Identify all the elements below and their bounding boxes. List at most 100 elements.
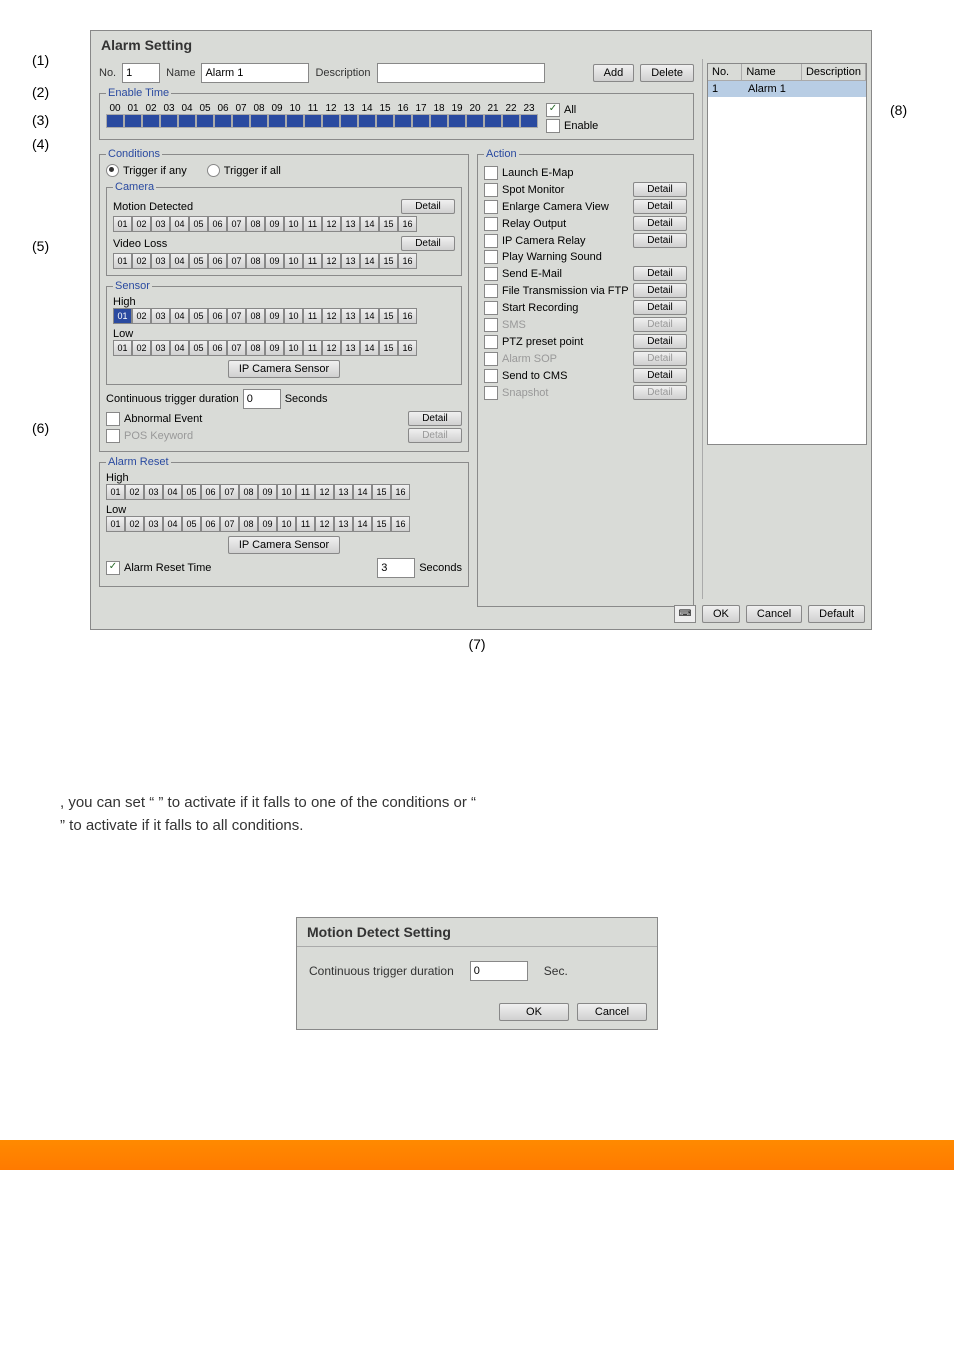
file-ftp-detail[interactable]: Detail xyxy=(633,283,687,298)
enlarge-cam-detail[interactable]: Detail xyxy=(633,199,687,214)
ip-cam-sensor-button[interactable]: IP Camera Sensor xyxy=(228,360,340,378)
send-cms-detail[interactable]: Detail xyxy=(633,368,687,383)
reset-high-label: High xyxy=(106,472,462,484)
footer-bar xyxy=(0,1140,954,1170)
sms-checkbox[interactable] xyxy=(484,318,498,332)
play-warn-checkbox[interactable] xyxy=(484,250,498,264)
trigger-any-radio[interactable] xyxy=(106,164,119,177)
abnormal-event-checkbox[interactable] xyxy=(106,412,120,426)
no-input[interactable] xyxy=(122,63,160,83)
trigger-all-radio[interactable] xyxy=(207,164,220,177)
abnormal-detail-button[interactable]: Detail xyxy=(408,411,462,426)
list-col-desc: Description xyxy=(802,64,866,80)
launch-emap-label: Launch E-Map xyxy=(502,167,574,179)
all-checkbox[interactable] xyxy=(546,103,560,117)
enable-checkbox[interactable] xyxy=(546,119,560,133)
alarm-setting-dialog: Alarm Setting No. Name Description xyxy=(90,30,872,630)
add-button[interactable]: Add xyxy=(593,64,635,82)
start-record-checkbox[interactable] xyxy=(484,301,498,315)
list-row[interactable]: 1 Alarm 1 xyxy=(708,81,866,97)
trigger-all-label: Trigger if all xyxy=(224,165,281,177)
alarm-list-panel: No. Name Description 1 Alarm 1 xyxy=(702,59,871,599)
alarm-reset-legend: Alarm Reset xyxy=(106,456,171,468)
videoloss-detail-button[interactable]: Detail xyxy=(401,236,455,251)
reset-time-seconds: Seconds xyxy=(419,562,462,574)
reset-time-input[interactable] xyxy=(377,558,415,578)
reset-low-channels[interactable]: 01020304050607080910111213141516 xyxy=(106,516,462,532)
motion-cont-trigger-label: Continuous trigger duration xyxy=(309,964,454,978)
reset-low-label: Low xyxy=(106,504,462,516)
list-col-name: Name xyxy=(742,64,802,80)
hour-strip[interactable] xyxy=(106,114,538,128)
start-record-label: Start Recording xyxy=(502,302,578,314)
action-legend: Action xyxy=(484,148,519,160)
list-row-name: Alarm 1 xyxy=(744,81,808,97)
relay-output-checkbox[interactable] xyxy=(484,217,498,231)
trigger-any-label: Trigger if any xyxy=(123,165,187,177)
snapshot-label: Snapshot xyxy=(502,387,548,399)
motion-cancel-button[interactable]: Cancel xyxy=(577,1003,647,1021)
sensor-low-channels[interactable]: 01020304050607080910111213141516 xyxy=(113,340,455,356)
callout-7: (7) xyxy=(60,636,894,652)
name-input[interactable] xyxy=(201,63,309,83)
spot-monitor-detail[interactable]: Detail xyxy=(633,182,687,197)
start-record-detail[interactable]: Detail xyxy=(633,300,687,315)
file-ftp-label: File Transmission via FTP xyxy=(502,285,629,297)
ptz-preset-detail[interactable]: Detail xyxy=(633,334,687,349)
pos-keyword-checkbox[interactable] xyxy=(106,429,120,443)
snapshot-checkbox[interactable] xyxy=(484,386,498,400)
reset-time-checkbox[interactable] xyxy=(106,561,120,575)
launch-emap-checkbox[interactable] xyxy=(484,166,498,180)
send-email-checkbox[interactable] xyxy=(484,267,498,281)
cont-trigger-label: Continuous trigger duration xyxy=(106,393,239,405)
callout-6: (6) xyxy=(32,420,49,436)
motion-detail-button[interactable]: Detail xyxy=(401,199,455,214)
hour-labels: 0001020304050607080910111213141516171819… xyxy=(106,103,538,114)
motion-cont-trigger-input[interactable] xyxy=(470,961,528,981)
list-header: No. Name Description xyxy=(708,64,866,81)
conditions-legend: Conditions xyxy=(106,148,162,160)
ip-cam-relay-detail[interactable]: Detail xyxy=(633,233,687,248)
alarm-sop-detail: Detail xyxy=(633,351,687,366)
spot-monitor-checkbox[interactable] xyxy=(484,183,498,197)
ptz-preset-checkbox[interactable] xyxy=(484,335,498,349)
conditions-group: Conditions Trigger if any Tr xyxy=(99,148,469,452)
camera-legend: Camera xyxy=(113,181,156,193)
motion-ok-button[interactable]: OK xyxy=(499,1003,569,1021)
videoloss-channels[interactable]: 01020304050607080910111213141516 xyxy=(113,253,455,269)
snapshot-detail: Detail xyxy=(633,385,687,400)
ok-button[interactable]: OK xyxy=(702,605,740,623)
send-cms-label: Send to CMS xyxy=(502,370,567,382)
keyboard-icon[interactable]: ⌨ xyxy=(674,605,696,623)
send-email-detail[interactable]: Detail xyxy=(633,266,687,281)
relay-output-detail[interactable]: Detail xyxy=(633,216,687,231)
relay-output-label: Relay Output xyxy=(502,218,566,230)
all-label: All xyxy=(564,104,576,116)
sms-label: SMS xyxy=(502,319,526,331)
motion-detect-dialog: Motion Detect Setting Continuous trigger… xyxy=(296,917,658,1030)
enlarge-cam-checkbox[interactable] xyxy=(484,200,498,214)
motion-channels[interactable]: 01020304050607080910111213141516 xyxy=(113,216,455,232)
list-row-desc xyxy=(808,81,866,97)
document-text: , you can set “ ” to activate if it fall… xyxy=(60,792,894,837)
no-label: No. xyxy=(99,67,116,79)
cancel-button[interactable]: Cancel xyxy=(746,605,802,623)
reset-time-label: Alarm Reset Time xyxy=(124,562,211,574)
sensor-group: Sensor High 0102030405060708091011121314… xyxy=(106,280,462,385)
delete-button[interactable]: Delete xyxy=(640,64,694,82)
cont-trigger-seconds: Seconds xyxy=(285,393,328,405)
default-button[interactable]: Default xyxy=(808,605,865,623)
callout-4: (4) xyxy=(32,136,49,152)
sensor-legend: Sensor xyxy=(113,280,152,292)
callout-5: (5) xyxy=(32,238,49,254)
reset-high-channels[interactable]: 01020304050607080910111213141516 xyxy=(106,484,462,500)
reset-ip-cam-sensor-button[interactable]: IP Camera Sensor xyxy=(228,536,340,554)
ip-cam-relay-checkbox[interactable] xyxy=(484,234,498,248)
file-ftp-checkbox[interactable] xyxy=(484,284,498,298)
alarm-sop-checkbox[interactable] xyxy=(484,352,498,366)
sensor-high-channels[interactable]: 01020304050607080910111213141516 xyxy=(113,308,455,324)
send-cms-checkbox[interactable] xyxy=(484,369,498,383)
cont-trigger-input[interactable] xyxy=(243,389,281,409)
spot-monitor-label: Spot Monitor xyxy=(502,184,564,196)
description-input[interactable] xyxy=(377,63,545,83)
